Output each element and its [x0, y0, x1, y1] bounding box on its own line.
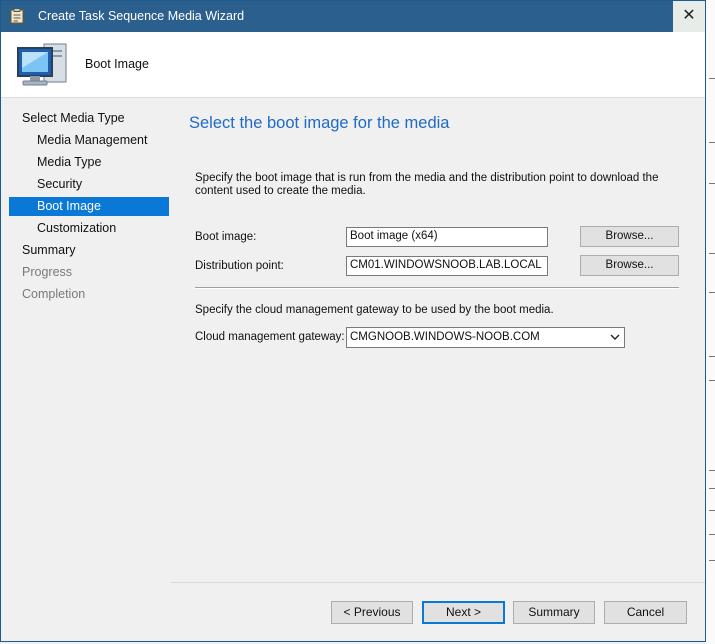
background-tick [709, 78, 715, 79]
background-tick [709, 560, 715, 561]
wizard-window: Create Task Sequence Media Wizard ✕ Boot… [0, 0, 706, 642]
background-tick [709, 356, 715, 357]
nav-item-progress: Progress [9, 263, 169, 282]
header-step-title: Boot Image [85, 57, 149, 71]
summary-button[interactable]: Summary [513, 601, 595, 624]
background-tick [709, 183, 715, 184]
footer-divider [171, 582, 705, 583]
background-tick [709, 470, 715, 471]
nav-item-label: Security [37, 177, 83, 191]
computer-monitor-icon [15, 40, 71, 95]
nav-item-label: Completion [22, 287, 86, 301]
cmg-label: Cloud management gateway: [195, 331, 345, 343]
section-divider [195, 287, 679, 289]
title-bar[interactable]: Create Task Sequence Media Wizard ✕ [1, 1, 705, 32]
nav-item-label: Summary [22, 243, 76, 257]
background-window-edge [706, 0, 715, 644]
background-tick [709, 142, 715, 143]
distribution-point-browse-button[interactable]: Browse... [580, 255, 679, 276]
nav-item-label: Customization [37, 221, 117, 235]
nav-item-media-type[interactable]: Media Type [9, 153, 169, 172]
boot-image-label: Boot image: [195, 231, 257, 243]
nav-item-completion: Completion [9, 285, 169, 304]
chevron-down-icon [610, 332, 620, 345]
nav-item-label: Progress [22, 265, 73, 279]
wizard-header: Boot Image [1, 32, 705, 98]
background-tick [709, 380, 715, 381]
page-title: Select the boot image for the media [189, 114, 450, 132]
page-description: Specify the boot image that is run from … [195, 172, 659, 197]
window-title: Create Task Sequence Media Wizard [38, 9, 245, 23]
wizard-clipboard-icon [10, 8, 24, 24]
nav-item-boot-image[interactable]: Boot Image [9, 197, 169, 216]
nav-item-media-management[interactable]: Media Management [9, 131, 169, 150]
background-tick [709, 292, 715, 293]
cancel-button[interactable]: Cancel [604, 601, 687, 624]
previous-button[interactable]: < Previous [331, 601, 413, 624]
close-button[interactable]: ✕ [673, 1, 705, 32]
background-tick [709, 510, 715, 511]
nav-item-label: Media Type [37, 155, 102, 169]
cmg-selected-value: CMGNOOB.WINDOWS-NOOB.COM [350, 331, 540, 343]
boot-image-browse-button[interactable]: Browse... [580, 226, 679, 247]
distribution-point-field[interactable]: CM01.WINDOWSNOOB.LAB.LOCAL [346, 256, 548, 276]
close-icon: ✕ [682, 7, 696, 24]
nav-item-summary[interactable]: Summary [9, 241, 169, 260]
boot-image-field[interactable]: Boot image (x64) [346, 227, 548, 247]
wizard-navigation: Select Media Type Media Management Media… [1, 98, 171, 641]
cmg-dropdown[interactable]: CMGNOOB.WINDOWS-NOOB.COM [346, 327, 625, 348]
nav-item-label: Select Media Type [22, 111, 125, 125]
distribution-point-label: Distribution point: [195, 260, 284, 272]
nav-item-customization[interactable]: Customization [9, 219, 169, 238]
nav-item-label: Boot Image [37, 199, 101, 213]
background-tick [709, 488, 715, 489]
nav-item-label: Media Management [37, 133, 148, 147]
nav-item-security[interactable]: Security [9, 175, 169, 194]
cmg-description: Specify the cloud management gateway to … [195, 304, 554, 316]
background-tick [709, 253, 715, 254]
background-tick [709, 534, 715, 535]
wizard-content: Select the boot image for the media Spec… [171, 98, 705, 641]
next-button[interactable]: Next > [422, 601, 505, 624]
nav-item-select-media-type[interactable]: Select Media Type [9, 109, 169, 128]
